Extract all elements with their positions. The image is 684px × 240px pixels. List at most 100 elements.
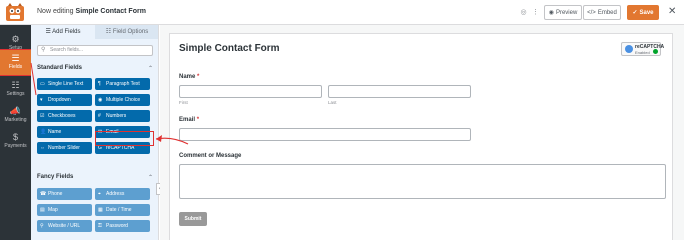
nav-item-fields[interactable]: ☰ Fields xyxy=(0,49,32,76)
nav-label-marketing: Marketing xyxy=(4,117,27,123)
panel-tabs: ☰ Add Fields ☷ Field Options xyxy=(31,25,158,39)
address-icon: ⌖ xyxy=(98,191,101,197)
field-button-password[interactable]: ⚿ Password xyxy=(95,220,150,232)
name-field-label[interactable]: Name * xyxy=(179,74,199,80)
help-icon[interactable]: ◎ xyxy=(519,8,528,17)
multiple-choice-icon: ◉ xyxy=(98,97,103,103)
field-button-dropdown[interactable]: ▾ Dropdown xyxy=(37,94,92,106)
fancy-fields-heading[interactable]: Fancy Fields xyxy=(37,174,73,180)
field-button-label: reCAPTCHA xyxy=(106,145,135,151)
wpforms-logo xyxy=(6,3,24,21)
field-button-multiple-choice[interactable]: ◉ Multiple Choice xyxy=(95,94,150,106)
close-icon[interactable]: ✕ xyxy=(668,6,676,18)
field-button-address[interactable]: ⌖ Address xyxy=(95,188,150,200)
field-button-recaptcha[interactable]: GreCAPTCHA xyxy=(95,142,150,154)
field-button-label: Address xyxy=(106,191,125,197)
revisions-icon[interactable]: ⋮ xyxy=(531,8,540,17)
email-icon: ✉ xyxy=(98,129,103,135)
field-button-label: Map xyxy=(48,207,58,213)
field-button-label: Password xyxy=(106,223,128,229)
megaphone-icon: 📣 xyxy=(9,106,22,116)
email-field-label[interactable]: Email * xyxy=(179,117,199,123)
gear-icon: ⚙ xyxy=(11,34,20,44)
field-button-label: Numbers xyxy=(106,113,127,119)
nav-label-fields: Fields xyxy=(8,64,23,70)
nav-label-settings: Settings xyxy=(6,91,25,97)
chevron-up-icon[interactable]: ⌃ xyxy=(148,174,153,181)
nav-label-payments: Payments xyxy=(4,143,27,149)
submit-button[interactable]: Submit xyxy=(179,212,207,226)
field-button-website-url[interactable]: ⚲ Website / URL xyxy=(37,220,92,232)
standard-fields-heading[interactable]: Standard Fields xyxy=(37,65,82,71)
search-input[interactable]: ⚲ Search fields... xyxy=(37,45,153,56)
name-label-text: Name xyxy=(179,74,196,80)
field-button-paragraph-text[interactable]: ¶ Paragraph Text xyxy=(95,78,150,90)
tab-add-fields[interactable]: ☰ Add Fields xyxy=(31,25,95,39)
tab-add-fields-label: Add Fields xyxy=(52,29,81,35)
last-sublabel: Last xyxy=(328,100,337,105)
required-marker: * xyxy=(196,117,200,123)
field-button-label: Single Line Text xyxy=(48,81,84,87)
field-button-name[interactable]: 👤 Name xyxy=(37,126,92,138)
embed-button[interactable]: </> Embed xyxy=(583,5,621,20)
search-icon: ⚲ xyxy=(41,47,46,53)
sliders-icon: ☷ xyxy=(11,80,20,90)
field-button-single-line-text[interactable]: ▭ Single Line Text xyxy=(37,78,92,90)
number-slider-icon: ⇔ xyxy=(40,145,45,151)
preview-label: Preview xyxy=(555,9,578,16)
website-url-icon: ⚲ xyxy=(40,223,44,229)
required-marker: * xyxy=(197,74,200,80)
preview-button[interactable]: ◉ Preview xyxy=(544,5,582,20)
dollar-icon: $ xyxy=(12,132,18,142)
field-button-label: Paragraph Text xyxy=(106,81,140,87)
embed-label: Embed xyxy=(597,9,617,16)
code-icon: </> xyxy=(587,9,596,16)
field-button-label: Phone xyxy=(48,191,63,197)
check-icon: ✓ xyxy=(632,10,638,16)
eye-icon: ◉ xyxy=(548,10,554,16)
save-label: Save xyxy=(639,9,654,16)
form-title[interactable]: Simple Contact Form xyxy=(179,43,280,54)
field-button-checkboxes[interactable]: ☑ Checkboxes xyxy=(37,110,92,122)
sliders-icon: ☷ xyxy=(105,29,113,35)
fields-panel: ☰ Add Fields ☷ Field Options ⚲ Search fi… xyxy=(31,25,159,240)
search-placeholder: Search fields... xyxy=(50,47,84,53)
recaptcha-icon xyxy=(625,45,633,53)
field-button-label: Checkboxes xyxy=(48,113,76,119)
field-button-label: Multiple Choice xyxy=(106,97,141,103)
last-name-input[interactable] xyxy=(328,85,471,98)
map-icon: ▤ xyxy=(40,207,45,213)
field-button-map[interactable]: ▤ Map xyxy=(37,204,92,216)
message-field-label[interactable]: Comment or Message xyxy=(179,153,241,159)
field-button-email[interactable]: ✉ Email xyxy=(95,126,150,138)
left-nav: ⚙ Setup ☰ Fields ☷ Settings 📣 Marketing … xyxy=(0,25,32,240)
message-textarea[interactable] xyxy=(179,164,666,199)
field-button-number-slider[interactable]: ⇔ Number Slider xyxy=(37,142,92,154)
editing-title: Now editing Simple Contact Form xyxy=(37,8,146,15)
first-name-input[interactable] xyxy=(179,85,322,98)
dropdown-icon: ▾ xyxy=(40,97,43,103)
email-input[interactable] xyxy=(179,128,471,141)
password-icon: ⚿ xyxy=(98,223,102,229)
save-button[interactable]: ✓ Save xyxy=(627,5,659,20)
field-button-date-time[interactable]: ▦ Date / Time xyxy=(95,204,150,216)
field-button-label: Website / URL xyxy=(48,223,81,229)
phone-icon: ☎ xyxy=(40,191,47,197)
tab-field-options[interactable]: ☷ Field Options xyxy=(95,25,158,39)
checkboxes-icon: ☑ xyxy=(40,113,45,119)
nav-item-settings[interactable]: ☷ Settings xyxy=(0,77,31,102)
nav-item-marketing[interactable]: 📣 Marketing xyxy=(0,103,31,128)
field-button-label: Name xyxy=(48,129,62,135)
field-button-label: Dropdown xyxy=(48,97,71,103)
field-button-phone[interactable]: ☎ Phone xyxy=(37,188,92,200)
field-button-label: Date / Time xyxy=(106,207,132,213)
nav-item-payments[interactable]: $ Payments xyxy=(0,129,31,154)
field-button-label: Number Slider xyxy=(48,145,80,151)
paragraph-text-icon: ¶ xyxy=(98,81,101,87)
field-button-label: Email xyxy=(106,129,119,135)
field-button-numbers[interactable]: # Numbers xyxy=(95,110,150,122)
fields-icon: ☰ xyxy=(11,53,20,63)
single-line-text-icon: ▭ xyxy=(40,81,45,87)
chevron-up-icon[interactable]: ⌃ xyxy=(148,65,153,72)
recaptcha-badge: reCAPTCHA Enabled xyxy=(621,42,664,56)
